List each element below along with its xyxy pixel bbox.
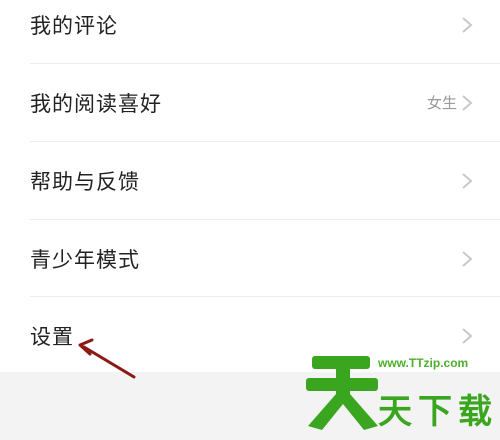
watermark-url: www.TTzip.com: [378, 356, 469, 370]
menu-item-label: 设置: [30, 324, 74, 349]
watermark-text: 天下载: [378, 392, 498, 432]
menu-item-teen-mode[interactable]: 青少年模式: [0, 220, 500, 297]
menu-item-my-comments[interactable]: 我的评论: [0, 0, 500, 63]
chevron-right-icon: [462, 172, 473, 189]
reading-preference-value: 女生: [426, 94, 457, 112]
menu-item-help-feedback[interactable]: 帮助与反馈: [0, 142, 500, 219]
menu-item-label: 我的阅读喜好: [30, 91, 162, 116]
menu-item-label: 青少年模式: [30, 247, 140, 272]
chevron-right-icon: [462, 94, 473, 111]
watermark-logo-icon: [306, 356, 378, 430]
menu-item-label: 我的评论: [30, 13, 118, 38]
chevron-right-icon: [462, 16, 473, 33]
site-watermark: www.TTzip.com 天下载: [300, 340, 500, 440]
menu-item-label: 帮助与反馈: [30, 169, 140, 194]
menu-item-reading-preference[interactable]: 我的阅读喜好 女生: [0, 64, 500, 141]
chevron-right-icon: [462, 250, 473, 267]
